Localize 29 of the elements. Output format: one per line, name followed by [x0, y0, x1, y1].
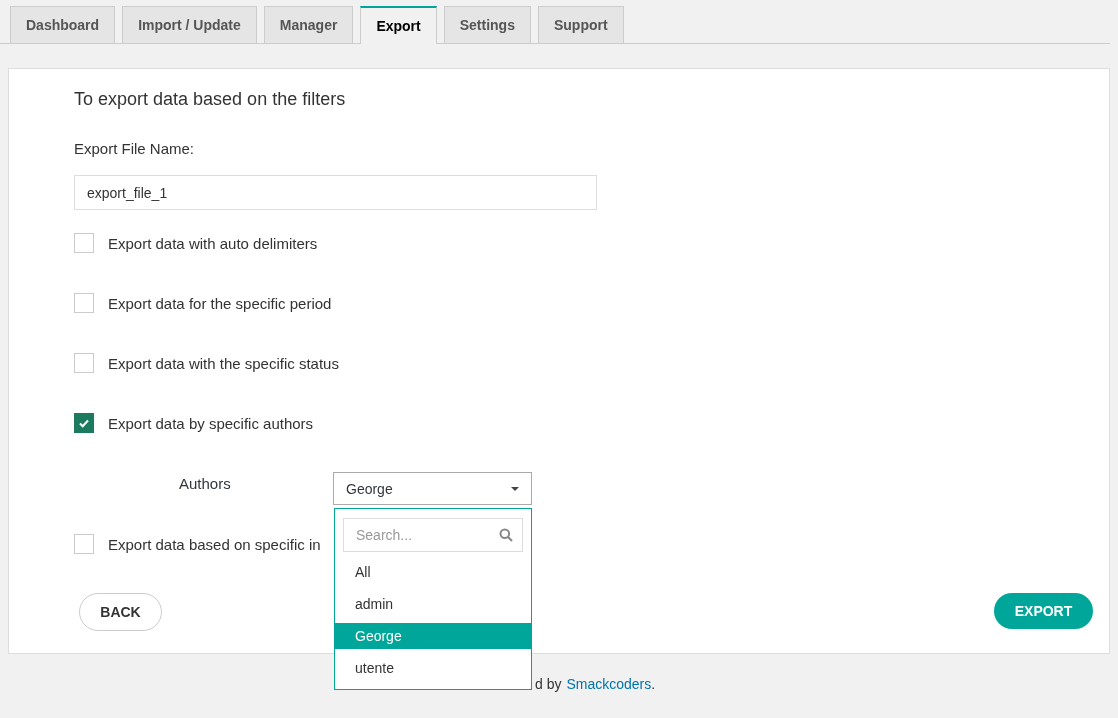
tab[interactable]: Manager — [263, 6, 354, 43]
file-name-field[interactable]: export_file_1 — [74, 175, 597, 210]
tab[interactable]: Export — [360, 6, 437, 44]
checkbox-label: Export data with auto delimiters — [108, 234, 318, 252]
tab[interactable]: Dashboard — [10, 6, 116, 43]
section-heading: To export data based on the filters — [74, 89, 347, 110]
search-icon — [499, 528, 513, 542]
checkbox-label: Export data by specific authors — [108, 414, 314, 432]
check-icon — [78, 417, 90, 429]
dropdown-item[interactable]: All — [335, 556, 531, 588]
caret-icon — [511, 486, 519, 491]
dropdown-item[interactable]: admin — [335, 588, 531, 620]
checkbox-label: Export data with the specific status — [108, 354, 339, 372]
footer-text: . — [651, 676, 656, 692]
tab[interactable]: Support — [537, 6, 624, 43]
checkbox-label: Export data for the specific period — [108, 294, 332, 312]
tab[interactable]: Import / Update — [122, 6, 257, 43]
dropdown-item[interactable]: George — [335, 623, 531, 649]
tab[interactable]: Settings — [443, 6, 531, 43]
checkbox-label: Export data based on specific in — [108, 535, 321, 553]
search-field[interactable]: Search... — [343, 518, 523, 552]
field-label: Authors — [179, 474, 232, 492]
dropdown-item[interactable]: utente — [335, 652, 531, 684]
field-label: Export File Name: — [74, 140, 196, 157]
authors-select[interactable]: George — [333, 472, 532, 505]
footer-text: d by — [535, 676, 562, 692]
checkbox[interactable] — [74, 413, 94, 433]
back-button[interactable]: BACK — [79, 593, 162, 631]
export-button[interactable]: EXPORT — [994, 593, 1093, 629]
